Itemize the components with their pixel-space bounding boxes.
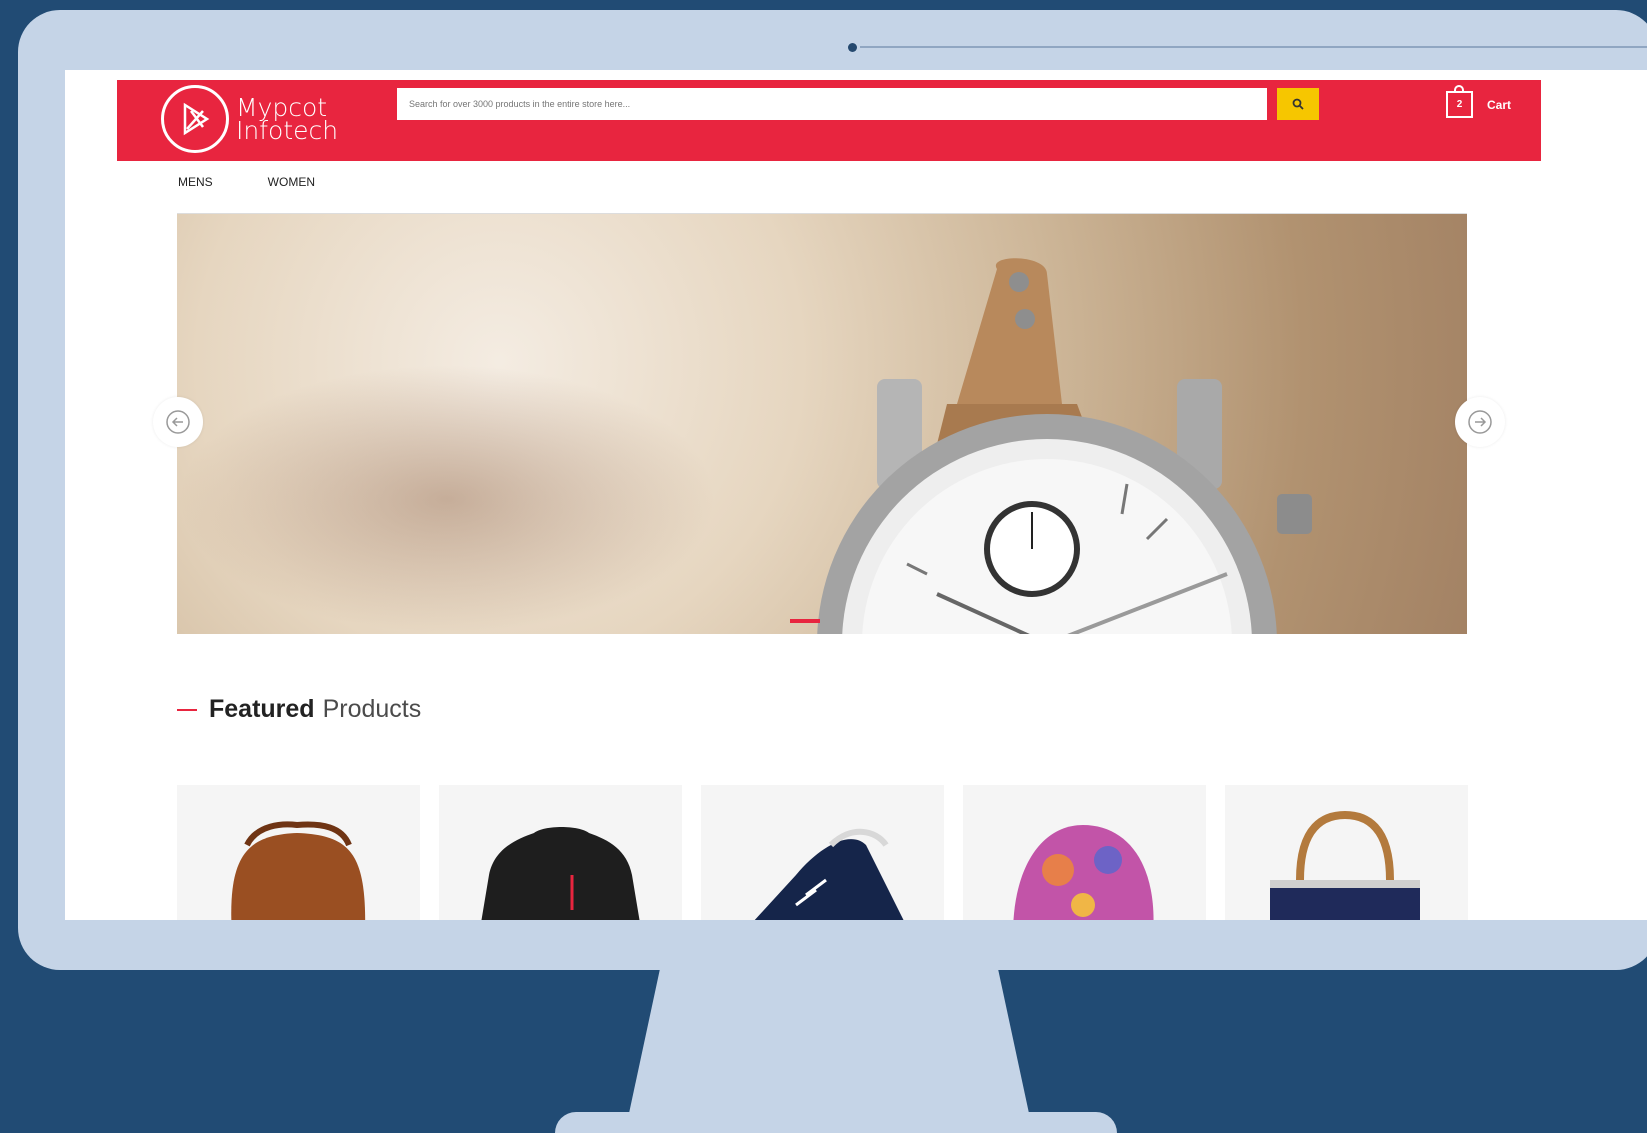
product-card-backpack[interactable] bbox=[177, 785, 420, 920]
product-card-sneaker[interactable] bbox=[701, 785, 944, 920]
tote-bag-icon bbox=[1270, 810, 1420, 920]
arrow-right-icon bbox=[1468, 410, 1492, 434]
sneaker-icon bbox=[754, 828, 904, 920]
monitor-stand-neck bbox=[628, 968, 1030, 1118]
nav-item-mens[interactable]: MENS bbox=[178, 175, 213, 189]
product-cards bbox=[177, 785, 1468, 920]
nav-item-women[interactable]: WOMEN bbox=[268, 175, 315, 189]
featured-products-heading: Featured Products bbox=[177, 695, 421, 724]
featured-bold: Featured bbox=[209, 695, 315, 723]
jacket-icon bbox=[481, 827, 640, 920]
logo-text: Mypcot Infotech bbox=[236, 95, 339, 145]
monitor-stand-base bbox=[555, 1112, 1117, 1133]
product-card-scarf[interactable] bbox=[963, 785, 1206, 920]
logo-mark-icon bbox=[161, 85, 229, 153]
search-icon bbox=[1292, 98, 1304, 110]
main-nav: MENS WOMEN bbox=[178, 175, 315, 189]
camera-dot bbox=[848, 43, 857, 52]
site-header: Mypcot Infotech 2 Cart bbox=[117, 80, 1541, 161]
cart-link[interactable]: 2 Cart bbox=[1446, 85, 1512, 118]
logo[interactable]: Mypcot Infotech bbox=[161, 85, 338, 153]
watch-image bbox=[817, 258, 1312, 634]
heading-accent bbox=[177, 708, 197, 711]
scarf-icon bbox=[1013, 825, 1154, 920]
shopping-bag-icon: 2 bbox=[1446, 85, 1473, 118]
featured-rest: Products bbox=[322, 695, 422, 723]
slider-next-button[interactable] bbox=[1455, 397, 1505, 447]
search-button[interactable] bbox=[1277, 88, 1319, 120]
product-card-tote-bag[interactable] bbox=[1225, 785, 1468, 920]
slider-indicator[interactable] bbox=[790, 619, 820, 623]
hero-banner bbox=[177, 213, 1467, 634]
product-card-jacket[interactable] bbox=[439, 785, 682, 920]
cart-label: Cart bbox=[1487, 97, 1512, 112]
monitor-frame: Mypcot Infotech 2 Cart MENS WOMEN bbox=[18, 10, 1647, 970]
slider-prev-button[interactable] bbox=[153, 397, 203, 447]
logo-text-line2: Infotech bbox=[236, 116, 339, 145]
monitor-top-line bbox=[860, 46, 1647, 48]
backpack-icon bbox=[231, 821, 366, 920]
website-screen: Mypcot Infotech 2 Cart MENS WOMEN bbox=[65, 70, 1647, 920]
search-input[interactable] bbox=[397, 88, 1267, 120]
cart-count: 2 bbox=[1456, 99, 1463, 110]
arrow-left-icon bbox=[166, 410, 190, 434]
